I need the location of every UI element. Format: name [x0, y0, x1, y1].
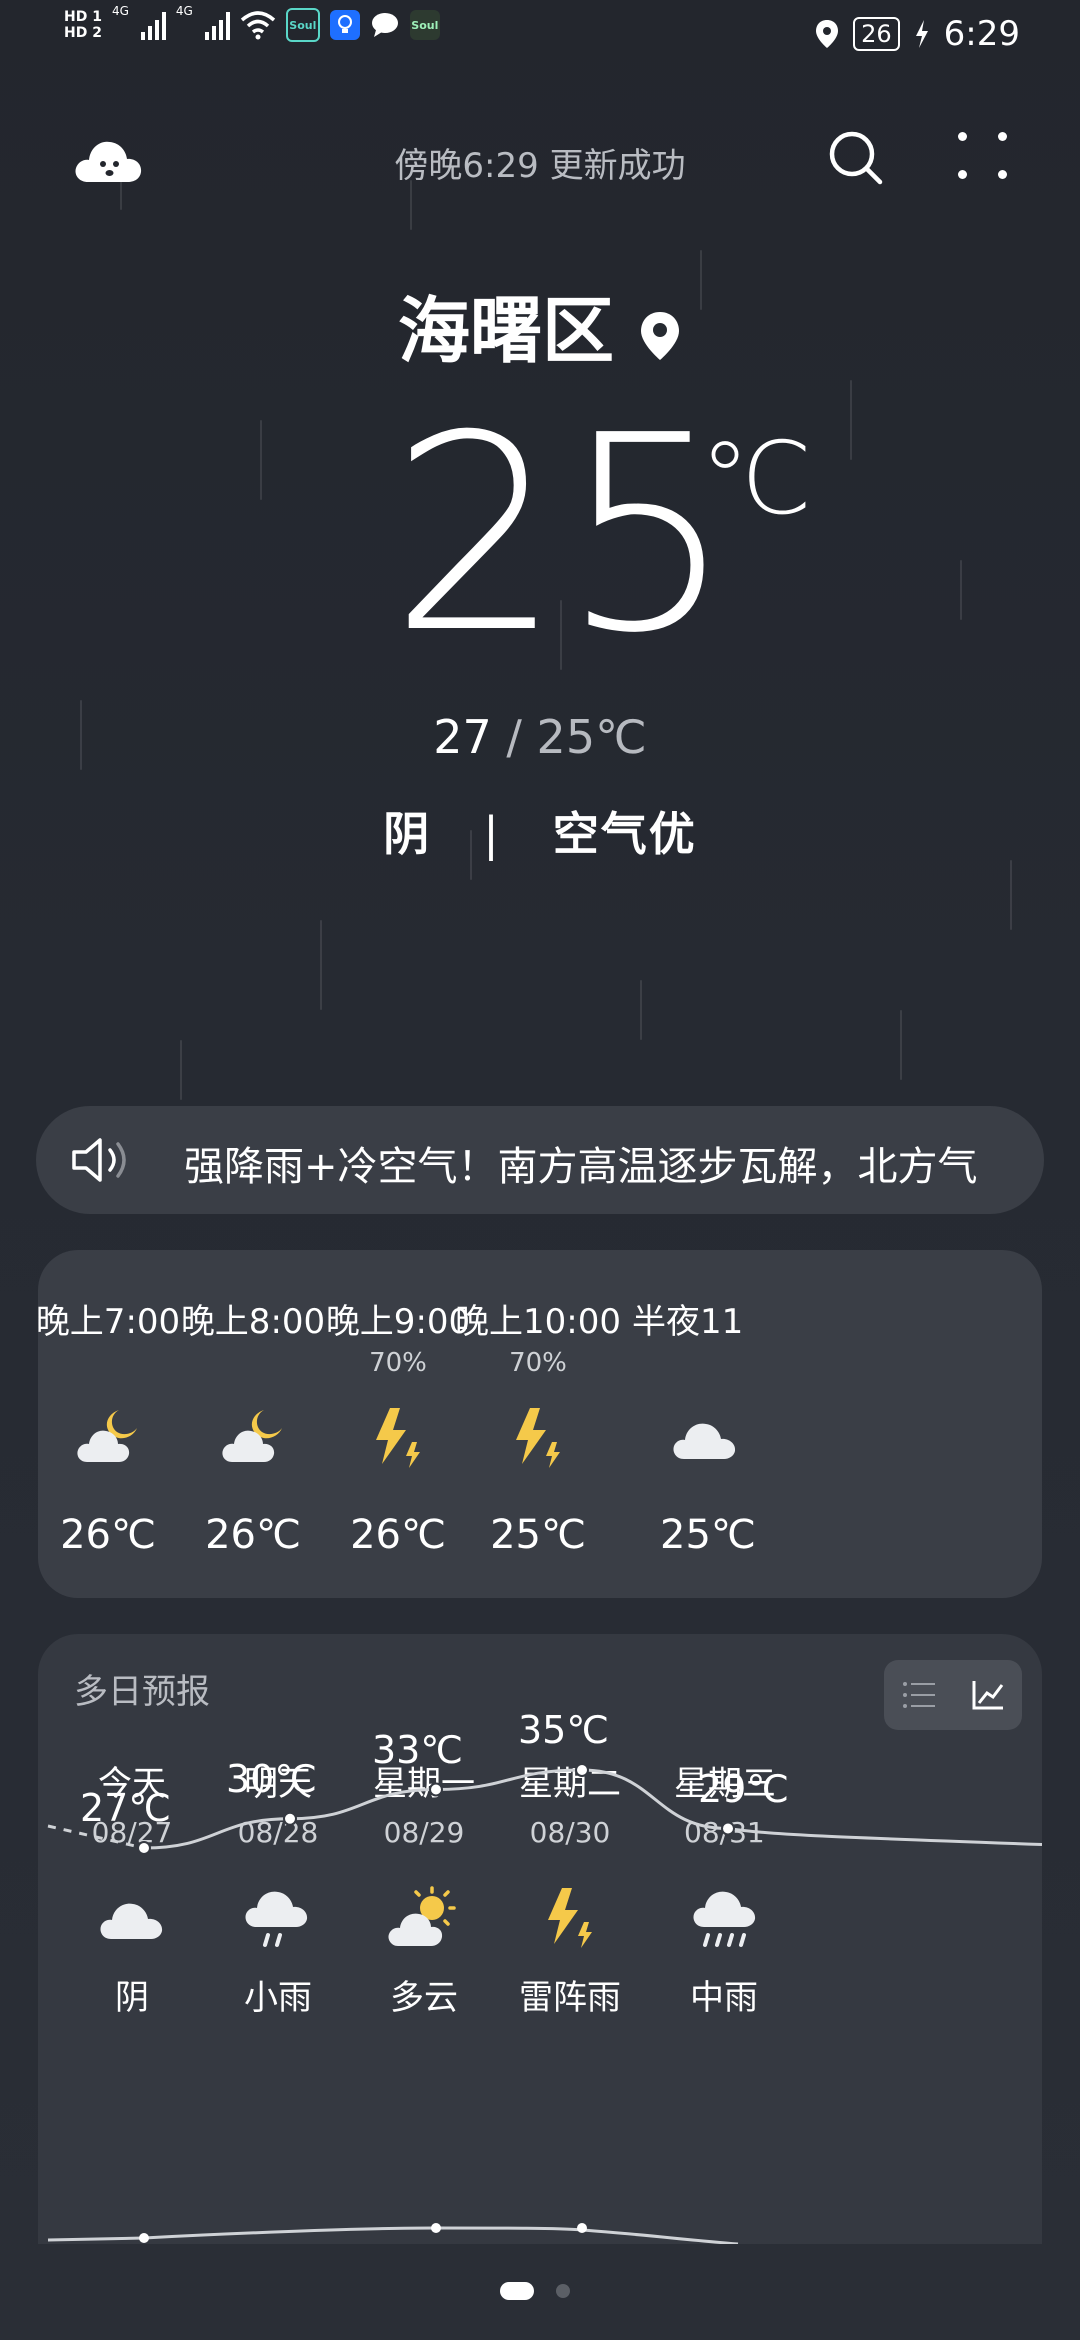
today-high: 27	[433, 710, 492, 764]
city-header[interactable]: 海曙区	[0, 272, 1080, 377]
cloud-icon	[584, 1398, 764, 1478]
page-dot-active[interactable]	[500, 2282, 534, 2300]
top-bar: 傍晚6:29 更新成功	[0, 120, 1080, 200]
high-temp-label: 33℃	[372, 1727, 464, 1772]
message-app-icon	[370, 10, 400, 40]
more-menu-icon[interactable]	[958, 132, 1008, 182]
low-temp-point	[577, 2223, 587, 2233]
soul-app-icon-2: Soul	[409, 10, 440, 40]
soul-badge-text-2: Soul	[411, 18, 439, 32]
high-temp-point	[283, 1811, 297, 1826]
air-quality: 空气优	[552, 807, 697, 861]
condition-divider: |	[483, 807, 501, 861]
daily-forecast-card[interactable]: 多日预报 今天 08/27 阴 明天 08/28 小雨 星期一 08/29 多云…	[38, 1634, 1042, 2244]
high-temp-point	[721, 1821, 735, 1836]
high-temp-label: 35℃	[518, 1708, 610, 1752]
hourly-forecast-card[interactable]: 晚上7:00 26℃ 晚上8:00 26℃ 晚上9:00 70% 26℃ 晚上1…	[38, 1250, 1042, 1598]
location-status-icon	[816, 20, 839, 48]
soul-app-icon: Soul	[285, 8, 320, 42]
battery-level: 26	[861, 20, 892, 48]
low-temp-point	[431, 2223, 441, 2233]
network-type-1: 4G	[111, 4, 129, 18]
battery-icon: 26	[853, 17, 900, 51]
high-temp-point	[137, 1841, 151, 1855]
sim-indicator: HD 1 HD 2	[64, 9, 102, 41]
clock: 6:29	[943, 14, 1020, 54]
location-pin-icon	[641, 312, 679, 361]
high-temp-point	[575, 1763, 589, 1777]
city-name: 海曙区	[397, 289, 614, 373]
high-low-temp: 27 / 25℃	[0, 710, 1080, 764]
high-temp-label: 30℃	[226, 1756, 318, 1801]
lightbulb-app-icon	[329, 10, 360, 40]
soul-badge-text: Soul	[289, 18, 317, 32]
signal-2-icon	[204, 10, 230, 40]
current-temperature: 25	[390, 377, 734, 692]
high-low-separator: /	[491, 710, 537, 764]
condition-line[interactable]: 阴 | 空气优	[0, 798, 1080, 864]
search-icon[interactable]	[826, 128, 886, 188]
hour-time: 半夜11	[632, 1302, 744, 1342]
network-type-2: 4G	[175, 4, 193, 18]
weather-condition: 阴	[383, 807, 432, 861]
charging-icon	[915, 20, 928, 48]
hourly-item[interactable]: 半夜11 25℃	[584, 1250, 764, 1598]
page-dot[interactable]	[556, 2284, 570, 2298]
sim-2-label: HD 2	[64, 25, 102, 41]
sim-1-label: HD 1	[64, 9, 102, 25]
status-bar: HD 1 HD 2 4G 4G Soul Soul 26 6:29	[0, 0, 1080, 80]
low-temp-point	[139, 2233, 149, 2243]
high-temp-label: 27℃	[80, 1786, 172, 1830]
today-low: 25℃	[536, 710, 647, 764]
signal-1-icon	[140, 10, 166, 40]
wifi-icon	[240, 11, 275, 40]
alert-text: 强降雨+冷空气！南方高温逐步瓦解，北方气	[184, 1144, 978, 1190]
high-temp-label: 29℃	[698, 1766, 790, 1811]
high-temp-point	[429, 1782, 443, 1797]
speaker-icon	[72, 1138, 126, 1182]
update-status: 傍晚6:29 更新成功	[394, 146, 686, 186]
hour-temp: 25℃	[660, 1512, 756, 1558]
temperature-unit: ℃	[700, 420, 813, 537]
low-temp-curve	[47, 2226, 739, 2244]
news-alert-banner[interactable]: 强降雨+冷空气！南方高温逐步瓦解，北方气	[36, 1106, 1044, 1214]
